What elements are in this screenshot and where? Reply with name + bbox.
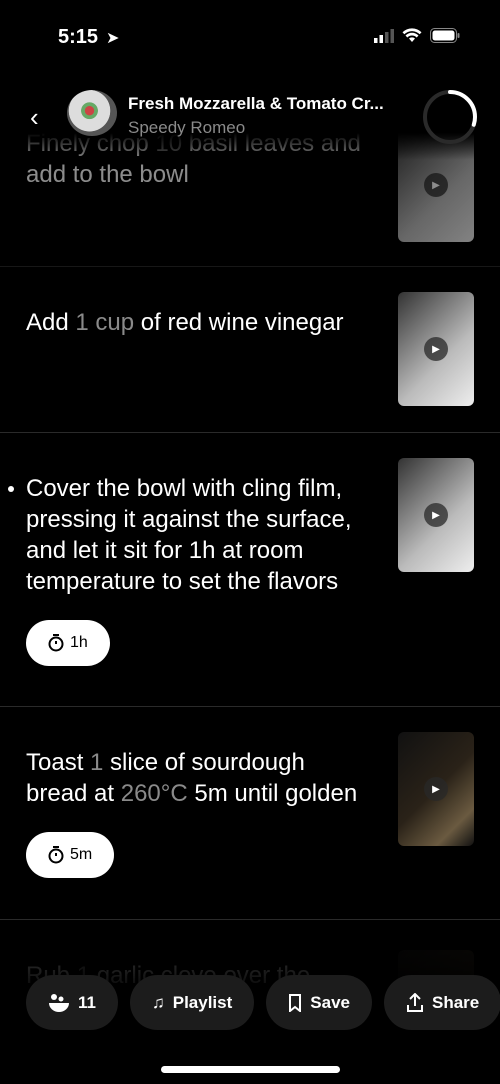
playlist-label: Playlist [172, 992, 233, 1012]
stopwatch-icon [48, 634, 64, 652]
text-segment: Add [26, 309, 76, 336]
play-icon[interactable]: ▶ [424, 503, 448, 527]
location-icon: ➤ [106, 30, 120, 47]
progress-ring[interactable] [421, 88, 479, 146]
play-icon[interactable]: ▶ [424, 337, 448, 361]
timer-label: 1h [70, 634, 88, 651]
ingredients-button[interactable]: 11 [26, 975, 118, 1030]
step-video-thumbnail[interactable]: ▶ [398, 732, 474, 846]
timer-label: 5m [70, 846, 93, 863]
text-segment: Toast [26, 749, 91, 776]
battery-icon [430, 28, 460, 43]
share-icon [406, 992, 423, 1012]
step-item[interactable]: Toast 1 slice of sourdough bread at 260°… [0, 707, 500, 920]
signal-icon [374, 28, 394, 43]
play-icon[interactable]: ▶ [424, 777, 448, 801]
quantity: 260°C [120, 780, 188, 807]
bookmark-icon [289, 993, 302, 1012]
music-note-icon: ♫ [151, 992, 165, 1012]
text-segment: 5m until golden [187, 780, 358, 807]
recipe-author: Speedy Romeo [128, 118, 246, 137]
share-label: Share [431, 992, 480, 1012]
recipe-title: Fresh Mozzarella & Tomato Cr... [128, 94, 384, 113]
step-text: Toast 1 slice of sourdough bread at 260°… [26, 747, 366, 809]
step-video-thumbnail[interactable]: ▶ [398, 292, 474, 406]
save-button[interactable]: Save [266, 975, 372, 1030]
back-button[interactable]: ‹ [30, 102, 39, 133]
step-text: Add 1 cup of red wine vinegar [26, 307, 366, 338]
save-label: Save [310, 992, 350, 1012]
home-indicator[interactable] [161, 1066, 340, 1073]
quantity: 1 [90, 749, 104, 776]
bowl-icon [49, 993, 69, 1012]
bottom-action-bar: 11 ♫ Playlist Save Share [26, 975, 500, 1030]
quantity: 1 cup [75, 309, 135, 336]
timer-button[interactable]: 1h [26, 620, 110, 666]
playlist-button[interactable]: ♫ Playlist [129, 975, 255, 1030]
clock: 5:15 [58, 26, 99, 48]
ingredients-count: 11 [78, 992, 96, 1012]
recipe-header: ‹ Fresh Mozzarella & Tomato Cr... Speedy… [0, 70, 500, 160]
wifi-icon [402, 28, 422, 42]
timer-button[interactable]: 5m [26, 832, 115, 878]
share-button[interactable]: Share [383, 975, 500, 1030]
step-item[interactable]: Add 1 cup of red wine vinegar ▶ [0, 267, 500, 433]
text-segment: Cover the bowl with cling film, pressing… [26, 475, 352, 595]
recipe-thumbnail [67, 90, 117, 136]
step-item[interactable]: Cover the bowl with cling film, pressing… [0, 433, 500, 707]
stopwatch-icon [48, 846, 64, 864]
status-bar: 5:15 ➤ [0, 0, 500, 70]
steps-list: Finely chop 10 basil leaves and add to t… [0, 128, 500, 1064]
text-segment: of red wine vinegar [134, 309, 344, 336]
play-icon[interactable]: ▶ [424, 173, 448, 197]
step-video-thumbnail[interactable]: ▶ [398, 458, 474, 572]
step-text: Cover the bowl with cling film, pressing… [26, 473, 366, 597]
active-step-bullet [8, 486, 14, 492]
